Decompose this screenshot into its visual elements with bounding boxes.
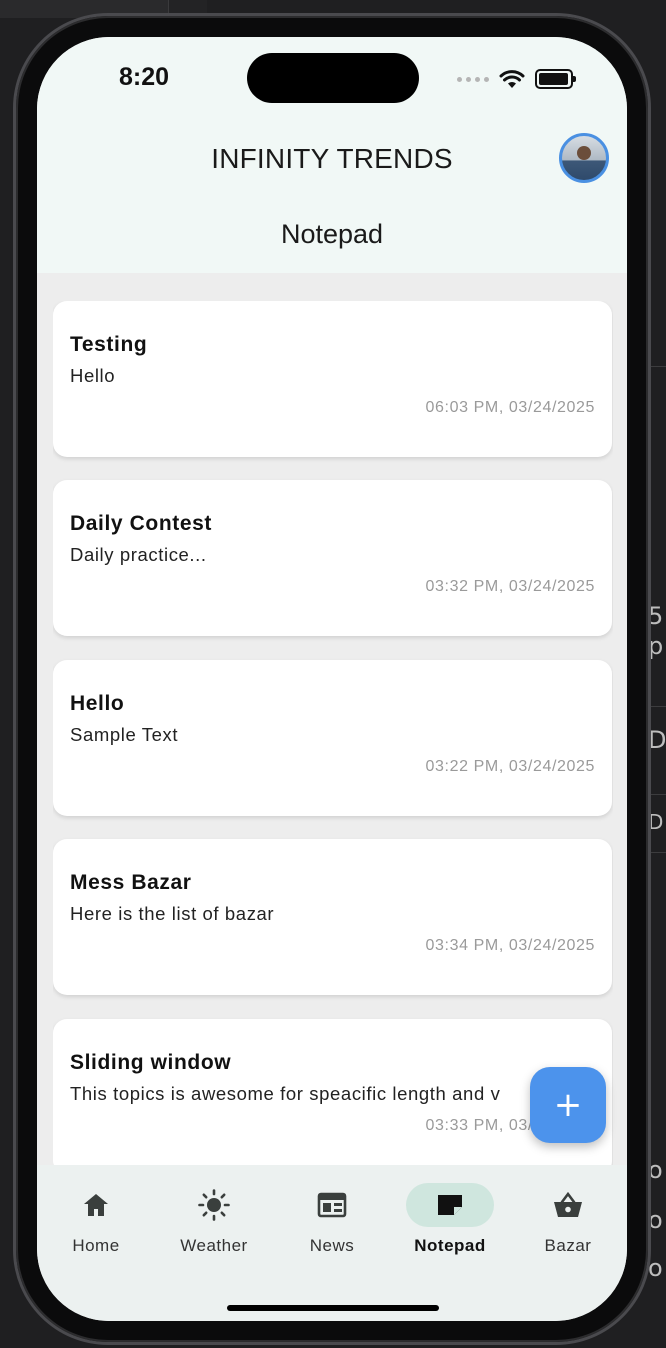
app-bar: 8:20 INFINITY TRENDS Notepad	[37, 37, 627, 273]
nav-label: News	[309, 1236, 355, 1255]
note-title: Hello	[70, 692, 125, 715]
nav-label: Bazar	[544, 1236, 592, 1255]
background-text: D	[648, 726, 666, 754]
background-text: D	[648, 810, 664, 834]
note-card[interactable]: Daily Contest Daily practice... 03:32 PM…	[53, 480, 612, 636]
status-time: 8:20	[119, 63, 170, 91]
nav-item-notepad[interactable]: Notepad	[391, 1183, 509, 1273]
status-icons	[457, 67, 576, 91]
nav-item-news[interactable]: News	[273, 1183, 391, 1273]
note-body: This topics is awesome for speacific len…	[70, 1083, 501, 1104]
background-text: o	[648, 1206, 663, 1234]
basket-icon	[554, 1191, 582, 1217]
note-timestamp: 03:22 PM, 03/24/2025	[425, 758, 595, 775]
page-title: Notepad	[280, 219, 384, 249]
nav-label: Weather	[180, 1236, 248, 1255]
signal-icon	[457, 76, 489, 82]
note-title: Mess Bazar	[70, 871, 192, 894]
background-text: o	[648, 1156, 663, 1184]
avatar[interactable]	[559, 133, 609, 183]
notes-list[interactable]: Testing Hello 06:03 PM, 03/24/2025 Daily…	[53, 301, 613, 1165]
nav-item-bazar[interactable]: Bazar	[509, 1183, 627, 1273]
wifi-icon	[499, 70, 525, 88]
background-text: 5	[648, 602, 664, 630]
nav-item-home[interactable]: Home	[37, 1183, 155, 1273]
newspaper-icon	[317, 1192, 347, 1218]
home-icon	[84, 1194, 108, 1216]
note-body: Hello	[70, 365, 116, 386]
add-note-button[interactable]: +	[530, 1067, 606, 1143]
app-title: INFINITY TRENDS	[211, 143, 453, 174]
note-title: Testing	[70, 333, 148, 356]
note-body: Sample Text	[70, 724, 179, 745]
note-card[interactable]: Testing Hello 06:03 PM, 03/24/2025	[53, 301, 612, 457]
note-title: Sliding window	[70, 1051, 232, 1074]
note-card[interactable]: Sliding window This topics is awesome fo…	[53, 1019, 612, 1165]
nav-label: Home	[72, 1236, 120, 1255]
battery-icon	[535, 69, 576, 89]
note-timestamp: 06:03 PM, 03/24/2025	[425, 399, 595, 416]
note-timestamp: 03:32 PM, 03/24/2025	[425, 578, 595, 595]
background-text: o	[648, 1254, 663, 1282]
sun-icon	[198, 1189, 230, 1221]
note-title: Daily Contest	[70, 512, 212, 535]
bottom-navigation: Home Weather News Notepad Bazar	[37, 1165, 627, 1321]
phone-frame: 8:20 INFINITY TRENDS Notepad Testing Hel…	[16, 16, 648, 1342]
note-icon	[438, 1195, 462, 1215]
note-card[interactable]: Hello Sample Text 03:22 PM, 03/24/2025	[53, 660, 612, 816]
note-body: Here is the list of bazar	[70, 903, 275, 924]
nav-item-weather[interactable]: Weather	[155, 1183, 273, 1273]
nav-label: Notepad	[414, 1236, 486, 1255]
background-text: p	[648, 632, 664, 660]
note-timestamp: 03:34 PM, 03/24/2025	[425, 937, 595, 954]
phone-screen: 8:20 INFINITY TRENDS Notepad Testing Hel…	[37, 37, 627, 1321]
note-body: Daily practice...	[70, 544, 207, 565]
note-card[interactable]: Mess Bazar Here is the list of bazar 03:…	[53, 839, 612, 995]
dynamic-island	[247, 53, 419, 103]
plus-icon: +	[553, 1085, 583, 1125]
home-indicator[interactable]	[227, 1305, 439, 1311]
